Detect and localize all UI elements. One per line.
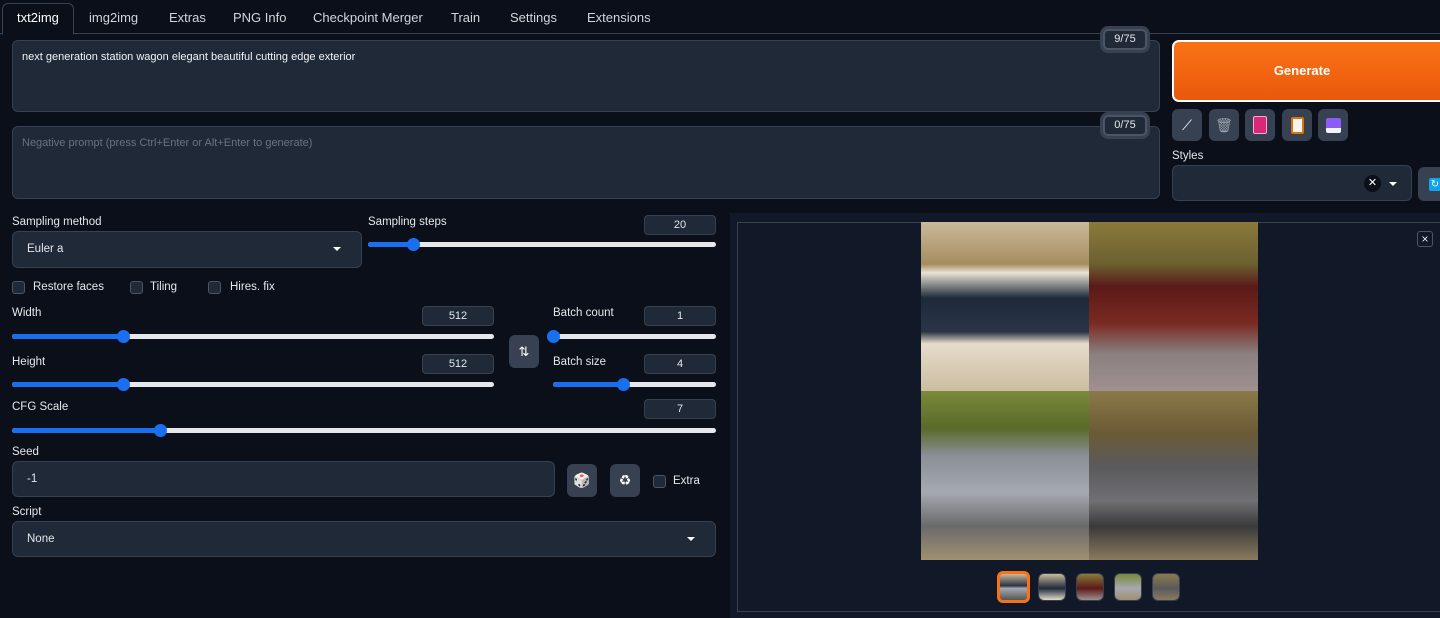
slider-track[interactable]: [553, 334, 716, 339]
seed-input[interactable]: -1: [12, 461, 555, 497]
styles-label: Styles: [1172, 150, 1204, 162]
slider-thumb[interactable]: [116, 378, 130, 391]
prompt-token-counter: 9/75: [1103, 29, 1147, 50]
batch-count-label: Batch count: [553, 307, 614, 319]
gallery-thumbnail[interactable]: [1114, 573, 1142, 601]
slider-fill: [12, 334, 123, 339]
tiling-checkbox[interactable]: [130, 281, 143, 294]
cfg-scale-input[interactable]: 7: [644, 399, 716, 419]
slider-thumb[interactable]: [617, 378, 631, 391]
tab-extras[interactable]: Extras: [165, 8, 210, 34]
batch-size-input[interactable]: 4: [644, 354, 716, 374]
extra-seed-checkbox[interactable]: [653, 475, 666, 488]
tab-png-info[interactable]: PNG Info: [229, 8, 290, 34]
trash-icon[interactable]: 🗑: [1209, 109, 1239, 141]
batch-size-slider[interactable]: [553, 378, 716, 391]
generated-image-4[interactable]: [1089, 391, 1258, 560]
height-input[interactable]: 512: [422, 354, 494, 374]
gallery-thumbnail-selected[interactable]: [997, 571, 1030, 603]
gallery-thumbnail[interactable]: [1152, 573, 1180, 601]
height-slider[interactable]: [12, 378, 494, 391]
close-gallery-icon[interactable]: ×: [1417, 231, 1433, 247]
generate-button[interactable]: Generate: [1172, 40, 1440, 102]
prompt-input[interactable]: next generation station wagon elegant be…: [12, 40, 1160, 112]
width-input[interactable]: 512: [422, 306, 494, 326]
tab-txt2img[interactable]: txt2img: [2, 3, 74, 35]
clear-icon[interactable]: ✕: [1364, 175, 1381, 192]
sampling-steps-label: Sampling steps: [368, 216, 447, 228]
tab-extensions[interactable]: Extensions: [583, 8, 655, 34]
hires-fix-label: Hires. fix: [230, 281, 275, 293]
script-value: None: [27, 533, 55, 545]
generated-image-3[interactable]: [921, 391, 1090, 560]
sampling-steps-slider[interactable]: [368, 238, 716, 251]
styles-dropdown[interactable]: ✕: [1172, 165, 1412, 201]
extra-label: Extra: [673, 475, 700, 487]
generated-image-1[interactable]: [921, 222, 1090, 391]
tiling-label: Tiling: [150, 281, 178, 293]
batch-size-label: Batch size: [553, 356, 607, 368]
read-params-arrow-icon[interactable]: ⟋: [1172, 109, 1202, 141]
script-dropdown[interactable]: None: [12, 521, 716, 557]
chevron-down-icon: [1389, 182, 1397, 186]
gallery-thumbnail[interactable]: [1038, 573, 1066, 601]
seed-label: Seed: [12, 446, 39, 458]
chevron-down-icon: [687, 537, 695, 541]
tab-img2img[interactable]: img2img: [85, 8, 142, 34]
refresh-styles-button[interactable]: ↻: [1418, 167, 1440, 201]
hires-fix-checkbox[interactable]: [208, 281, 221, 294]
slider-thumb[interactable]: [153, 424, 167, 437]
cfg-scale-slider[interactable]: [12, 424, 716, 437]
negative-token-counter: 0/75: [1103, 115, 1147, 136]
slider-track[interactable]: [368, 242, 716, 247]
random-seed-dice-icon[interactable]: 🎲: [567, 464, 597, 497]
batch-count-slider[interactable]: [547, 330, 716, 343]
cfg-scale-label: CFG Scale: [12, 401, 69, 413]
clipboard-icon[interactable]: [1282, 109, 1312, 141]
slider-thumb[interactable]: [407, 238, 421, 251]
slider-thumb[interactable]: [116, 330, 130, 343]
negative-prompt-input[interactable]: Negative prompt (press Ctrl+Enter or Alt…: [12, 126, 1160, 199]
sampling-method-dropdown[interactable]: Euler a: [12, 231, 362, 268]
tab-settings[interactable]: Settings: [506, 8, 561, 34]
script-label: Script: [12, 506, 42, 518]
sampling-steps-input[interactable]: 20: [644, 215, 716, 235]
generated-image-2[interactable]: [1089, 222, 1258, 391]
height-label: Height: [12, 356, 46, 368]
sampling-method-value: Euler a: [27, 243, 64, 255]
tab-bar: txt2img img2img Extras PNG Info Checkpoi…: [0, 0, 1440, 35]
slider-fill: [12, 428, 160, 433]
reuse-seed-recycle-icon[interactable]: ♻: [610, 464, 640, 497]
swap-dimensions-icon[interactable]: ⇅: [509, 335, 539, 368]
slider-thumb[interactable]: [547, 330, 560, 343]
sampling-method-label: Sampling method: [12, 216, 102, 228]
tab-train[interactable]: Train: [447, 8, 484, 34]
extra-networks-icon[interactable]: [1245, 109, 1275, 141]
refresh-icon: ↻: [1428, 177, 1440, 191]
restore-faces-checkbox[interactable]: [12, 281, 25, 294]
tab-checkpoint-merger[interactable]: Checkpoint Merger: [309, 8, 427, 34]
width-label: Width: [12, 307, 42, 319]
save-style-icon[interactable]: [1318, 109, 1348, 141]
slider-fill: [553, 382, 624, 387]
width-slider[interactable]: [12, 330, 494, 343]
chevron-down-icon: [333, 247, 341, 251]
gallery-thumbnail[interactable]: [1076, 573, 1104, 601]
batch-count-input[interactable]: 1: [644, 306, 716, 326]
restore-faces-label: Restore faces: [33, 281, 104, 293]
slider-fill: [12, 382, 123, 387]
